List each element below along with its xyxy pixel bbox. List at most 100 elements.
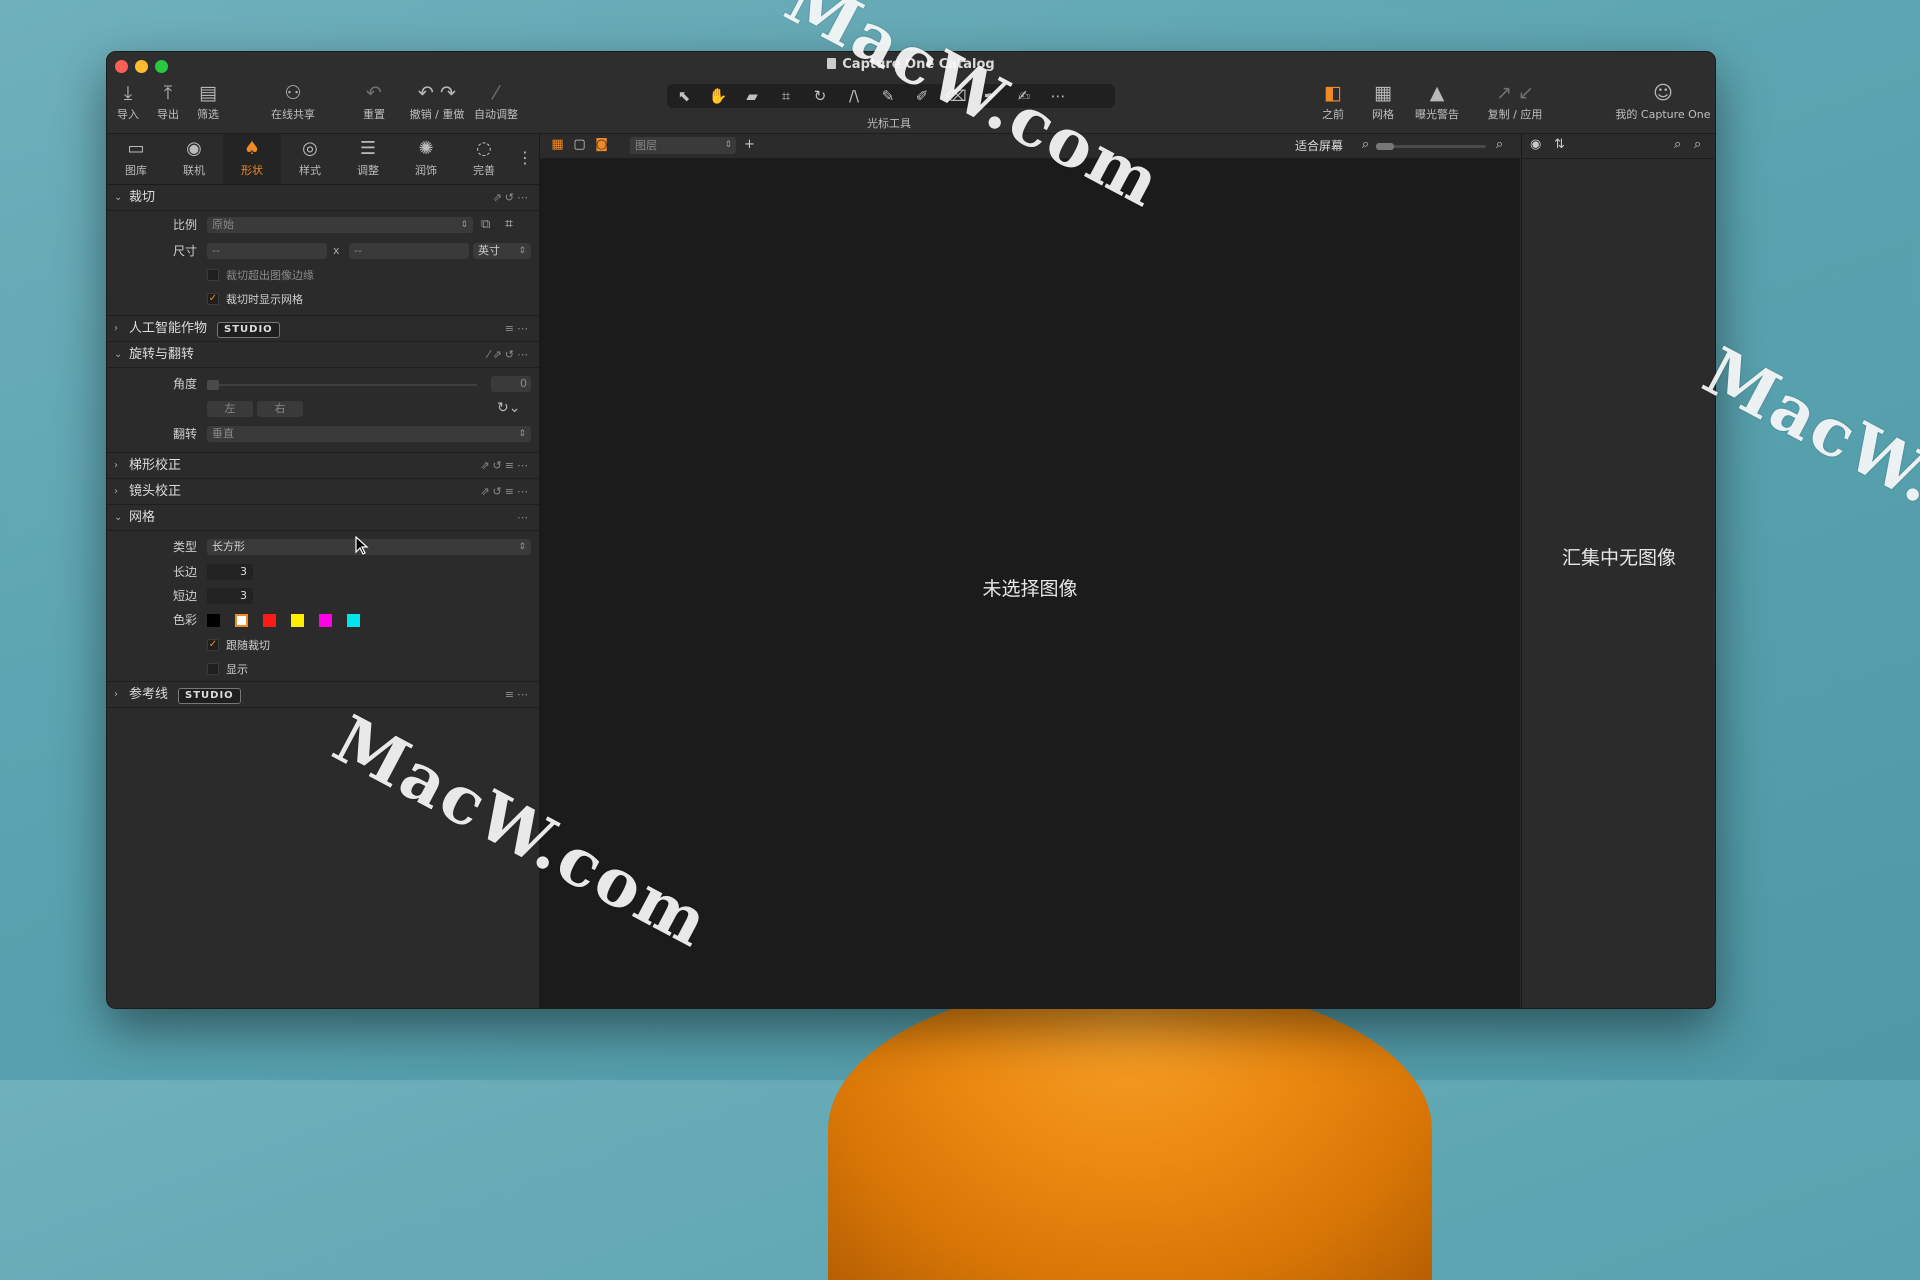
single-view-icon[interactable]: ▢ (572, 137, 587, 152)
tab-capture[interactable]: ◉ 联机 (165, 134, 223, 184)
keystone-tool-icon[interactable]: /\ (837, 84, 871, 108)
before-button[interactable]: ◧ 之前 (1313, 80, 1353, 122)
layer-select[interactable]: 图层 ⇕ (630, 137, 736, 154)
unit-select[interactable]: 英寸 ⇕ (473, 243, 531, 259)
section-actions-icon[interactable]: ⁄⇗↺⋯ (488, 342, 531, 367)
color-swatch-black[interactable] (207, 614, 220, 627)
tab-label: 完善 (473, 164, 495, 177)
crop-outside-checkbox[interactable] (207, 269, 219, 281)
color-swatch-red[interactable] (263, 614, 276, 627)
pan-hand-icon[interactable]: ✋ (701, 84, 735, 108)
orientation-icon[interactable]: ⧉ (481, 217, 490, 232)
import-icon: ⤓ (123, 82, 133, 104)
reset-button[interactable]: ↶ 重置 (359, 80, 389, 122)
tab-refine[interactable]: ◌ 完善 (455, 134, 513, 184)
section-actions-icon[interactable]: ≡⋯ (505, 316, 531, 341)
ai-crop-section-header[interactable]: › 人工智能作物 STUDIO ≡⋯ (107, 316, 539, 342)
watermark-text: MacW.com (1691, 332, 1920, 595)
guides-section-header[interactable]: › 参考线 STUDIO ≡⋯ (107, 682, 539, 708)
tab-adjust[interactable]: ☰ 调整 (339, 134, 397, 184)
grid-button[interactable]: ▦ 网格 (1363, 80, 1403, 122)
filter-button[interactable]: ▤ 筛选 (193, 80, 223, 122)
flip-select[interactable]: 垂直 ⇕ (207, 426, 531, 442)
fit-screen-label[interactable]: 适合屏幕 (1295, 137, 1343, 154)
exposure-warning-button[interactable]: ▲ 曝光警告 (1409, 80, 1465, 122)
crop-section-header[interactable]: ⌄ 裁切 ⇗↺⋯ (107, 185, 539, 211)
section-actions-icon[interactable]: ⇗↺≡⋯ (480, 453, 531, 478)
sort-icon[interactable]: ⇅ (1554, 137, 1565, 152)
copy-apply-button[interactable]: ↗ ↙ 复制 / 应用 (1483, 80, 1547, 122)
short-edge-field[interactable]: 3 (207, 588, 253, 604)
grid-type-value: 长方形 (212, 540, 245, 553)
grid-type-label: 类型 (172, 540, 197, 554)
zoom-out-icon[interactable]: ⌕ (1358, 137, 1373, 152)
color-swatch-cyan[interactable] (347, 614, 360, 627)
angle-slider[interactable] (207, 380, 477, 390)
rotate-right-button[interactable]: 右 (257, 401, 303, 417)
filter-search-icon[interactable]: ⌕ (1694, 137, 1701, 152)
rotate-free-icon[interactable]: ↻⌄ (497, 400, 520, 416)
color-swatch-magenta[interactable] (319, 614, 332, 627)
import-button[interactable]: ⤓ 导入 (113, 80, 143, 122)
studio-badge: STUDIO (178, 688, 241, 704)
follow-crop-checkbox[interactable]: ✓ (207, 639, 219, 651)
focus-tool-icon[interactable]: ▰ (735, 84, 769, 108)
no-images-in-collection-message: 汇集中无图像 (1561, 547, 1676, 569)
tab-label: 形状 (241, 164, 263, 177)
eye-icon[interactable]: ◉ (1530, 137, 1541, 152)
long-edge-field[interactable]: 3 (207, 564, 253, 580)
rotate-section-header[interactable]: ⌄ 旋转与翻转 ⁄⇗↺⋯ (107, 342, 539, 368)
slider-knob[interactable] (207, 380, 219, 390)
stepper-icon: ⇕ (518, 542, 526, 552)
section-actions-icon[interactable]: ⋯ (517, 505, 531, 530)
color-swatch-white[interactable] (235, 614, 248, 627)
people-icon: ⚇ (284, 82, 302, 104)
select-cursor-icon[interactable]: ⬉ (667, 84, 701, 108)
export-button[interactable]: ⤒ 导出 (151, 80, 185, 122)
zoom-slider-knob[interactable] (1376, 143, 1394, 150)
crop-grid-checkbox[interactable]: ✓ (207, 293, 219, 305)
keystone-section-header[interactable]: › 梯形校正 ⇗↺≡⋯ (107, 453, 539, 479)
stepper-icon: ⇕ (460, 220, 468, 230)
grid-view-icon[interactable]: ▦ (550, 137, 565, 152)
color-swatch-yellow[interactable] (291, 614, 304, 627)
before-label: 之前 (1322, 108, 1344, 121)
short-edge-label: 短边 (172, 589, 197, 603)
account-button[interactable]: ☺ 我的 Capture One (1615, 80, 1711, 122)
folder-icon: ▭ (127, 138, 145, 159)
tabs-more-icon[interactable]: ⋮ (517, 148, 533, 167)
grid-type-select[interactable]: 长方形 ⇕ (207, 539, 531, 555)
auto-adjust-button[interactable]: ⁄ 自动调整 (471, 80, 521, 122)
guides-title: 参考线 (129, 687, 169, 702)
share-button[interactable]: ⚇ 在线共享 (265, 80, 321, 122)
zoom-in-icon[interactable]: ⌕ (1492, 137, 1507, 152)
ratio-select[interactable]: 原始 ⇕ (207, 217, 473, 233)
section-actions-icon[interactable]: ⇗↺≡⋯ (480, 479, 531, 504)
tab-shape[interactable]: ♠ 形状 (223, 134, 281, 184)
long-edge-value: 3 (240, 565, 247, 578)
zoom-slider[interactable] (1376, 143, 1486, 150)
rotate-left-button[interactable]: 左 (207, 401, 253, 417)
reset-label: 重置 (363, 108, 385, 121)
undo-redo-button[interactable]: ↶ ↷ 撤销 / 重做 (407, 80, 467, 122)
add-layer-icon[interactable]: + (742, 137, 757, 152)
warning-icon: ▲ (1429, 82, 1445, 104)
section-actions-icon[interactable]: ⇗↺⋯ (493, 185, 531, 210)
grid-section-header[interactable]: ⌄ 网格 ⋯ (107, 505, 539, 531)
lens-section-header[interactable]: › 镜头校正 ⇗↺≡⋯ (107, 479, 539, 505)
width-field[interactable]: -- (207, 243, 327, 259)
height-field[interactable]: -- (349, 243, 469, 259)
crop-tool-icon[interactable]: ⌗ (769, 84, 803, 108)
search-icon[interactable]: ⌕ (1674, 137, 1681, 152)
crop-icon[interactable]: ⌗ (505, 216, 513, 232)
tab-retouch[interactable]: ✺ 润饰 (397, 134, 455, 184)
tab-styles[interactable]: ◎ 样式 (281, 134, 339, 184)
before-after-icon: ◧ (1324, 82, 1342, 104)
rotate-tool-icon[interactable]: ↻ (803, 84, 837, 108)
section-actions-icon[interactable]: ≡⋯ (505, 682, 531, 707)
eye-view-icon[interactable]: ◙ (594, 137, 609, 152)
angle-field[interactable]: 0 (491, 376, 531, 392)
show-grid-checkbox[interactable] (207, 663, 219, 675)
tab-label: 润饰 (415, 164, 437, 177)
tab-library[interactable]: ▭ 图库 (107, 134, 165, 184)
